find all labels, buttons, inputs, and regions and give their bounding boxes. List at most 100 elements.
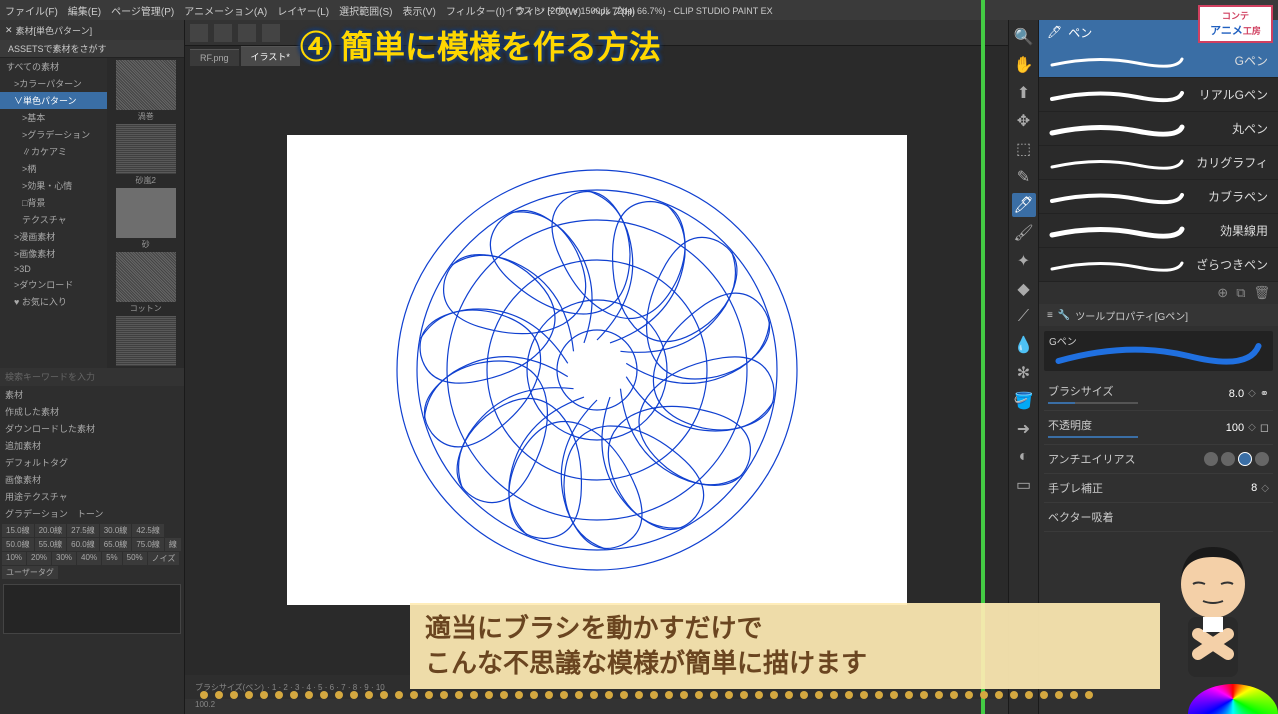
tag-category[interactable]: 素材	[0, 386, 184, 403]
menu-view[interactable]: 表示(V)	[402, 3, 435, 18]
tag-category[interactable]: ダウンロードした素材	[0, 420, 184, 437]
tree-item[interactable]: すべての素材	[0, 58, 107, 75]
tag-chip[interactable]: 線	[165, 538, 181, 551]
material-thumb[interactable]: コットン	[107, 252, 184, 314]
doc-tab-1[interactable]: RF.png	[190, 49, 239, 66]
move-cursor-tool[interactable]: ⬆	[1012, 81, 1036, 105]
menu-filter[interactable]: フィルター(I)	[446, 3, 505, 18]
subtool-item[interactable]: Gペン	[1039, 44, 1278, 78]
toolbar-btn[interactable]	[262, 24, 280, 42]
canvas-viewport[interactable]	[185, 66, 1008, 674]
frame-tool[interactable]: ▭	[1012, 473, 1036, 497]
tag-chip[interactable]: 55.0線	[35, 538, 67, 551]
tag-category[interactable]: 作成した素材	[0, 403, 184, 420]
tag-chip[interactable]: 60.0線	[67, 538, 99, 551]
prop-brush-size[interactable]: ブラシサイズ 8.0◇⚭	[1044, 377, 1273, 411]
user-tag-area[interactable]	[3, 584, 181, 634]
gradient-tool[interactable]: ➜	[1012, 417, 1036, 441]
prop-stabilize[interactable]: 手ブレ補正 8◇	[1044, 474, 1273, 503]
stepper-icon[interactable]: ◇	[1261, 483, 1269, 494]
magnifier-tool[interactable]: 🔍	[1012, 25, 1036, 49]
stepper-icon[interactable]: ◇	[1248, 388, 1256, 399]
menu-select[interactable]: 選択範囲(S)	[339, 3, 392, 18]
aa-none[interactable]	[1204, 452, 1218, 466]
doc-tab-2[interactable]: イラスト*	[241, 46, 300, 66]
tree-item[interactable]: >カラーパターン	[0, 75, 107, 92]
tag-chip[interactable]: 20.0線	[35, 524, 67, 537]
airbrush-tool[interactable]: ✦	[1012, 249, 1036, 273]
prop-antialias[interactable]: アンチエイリアス	[1044, 445, 1273, 474]
menu-icon[interactable]: ≡	[1047, 310, 1053, 321]
hand-tool[interactable]: ✋	[1012, 53, 1036, 77]
tag-category[interactable]: 用途テクスチャ	[0, 488, 184, 505]
subtool-item[interactable]: カブラペン	[1039, 180, 1278, 214]
select-tool[interactable]: ⬚	[1012, 137, 1036, 161]
link-icon[interactable]: ⚭	[1260, 387, 1269, 400]
duplicate-icon[interactable]: ⧉	[1236, 285, 1245, 301]
tag-chip[interactable]: 10%	[2, 552, 26, 565]
tree-item[interactable]: テクスチャ	[0, 211, 107, 228]
add-subtool-icon[interactable]: ⊕	[1217, 285, 1228, 301]
tree-item[interactable]: >ダウンロード	[0, 276, 107, 293]
tag-chip[interactable]: 50.0線	[2, 538, 34, 551]
tree-item[interactable]: >画像素材	[0, 245, 107, 262]
pencil-tool[interactable]: ✎	[1012, 165, 1036, 189]
tag-chip[interactable]: 50%	[123, 552, 147, 565]
close-icon[interactable]: ✕	[5, 25, 13, 36]
tag-chip[interactable]: ノイズ	[148, 552, 180, 565]
tag-chip[interactable]: 15.0線	[2, 524, 34, 537]
canvas[interactable]	[287, 135, 907, 605]
tag-category[interactable]: 画像素材	[0, 471, 184, 488]
subtool-item[interactable]: ざらつきペン	[1039, 248, 1278, 282]
material-thumb[interactable]: 渦巻	[107, 60, 184, 122]
prop-opacity[interactable]: 不透明度 100◇◻	[1044, 411, 1273, 445]
tree-item[interactable]: >基本	[0, 109, 107, 126]
tag-chip[interactable]: 42.5線	[132, 524, 164, 537]
stepper-icon[interactable]: ◇	[1248, 422, 1256, 433]
toolbar-btn[interactable]	[238, 24, 256, 42]
tree-item[interactable]: ∨単色パターン	[0, 92, 107, 109]
toolbar-btn[interactable]	[190, 24, 208, 42]
menu-layer[interactable]: レイヤー(L)	[277, 3, 329, 18]
bucket-tool[interactable]: 🪣	[1012, 389, 1036, 413]
tree-item[interactable]: >効果・心情	[0, 177, 107, 194]
material-thumb[interactable]: 砂嵐2	[107, 124, 184, 186]
menu-page[interactable]: ページ管理(P)	[111, 3, 174, 18]
tag-chip[interactable]: 5%	[102, 552, 122, 565]
deco-tool[interactable]: ✻	[1012, 361, 1036, 385]
subtool-item[interactable]: カリグラフィ	[1039, 146, 1278, 180]
tag-chip[interactable]: 20%	[27, 552, 51, 565]
tree-item[interactable]: ∥カケアミ	[0, 143, 107, 160]
subtool-item[interactable]: 丸ペン	[1039, 112, 1278, 146]
tag-chip[interactable]: ユーザータグ	[2, 566, 58, 579]
menu-anim[interactable]: アニメーション(A)	[184, 3, 267, 18]
tree-item[interactable]: >漫画素材	[0, 228, 107, 245]
tree-item[interactable]: >3D	[0, 262, 107, 276]
tag-chip[interactable]: 75.0線	[132, 538, 164, 551]
fill-drop-tool[interactable]: 💧	[1012, 333, 1036, 357]
tree-item[interactable]: >柄	[0, 160, 107, 177]
subtool-item[interactable]: リアルGペン	[1039, 78, 1278, 112]
aa-strong[interactable]	[1255, 452, 1269, 466]
link-icon[interactable]: ◻	[1260, 421, 1269, 434]
delete-icon[interactable]: 🗑	[1253, 285, 1270, 301]
assets-search-bar[interactable]: ASSETSで素材をさがす	[0, 40, 184, 58]
tag-category[interactable]: デフォルトタグ	[0, 454, 184, 471]
brush-tool[interactable]: 🖌	[1012, 221, 1036, 245]
aa-options[interactable]	[1204, 452, 1269, 466]
tree-item[interactable]: >グラデーション	[0, 126, 107, 143]
figure-tool[interactable]: ◐	[1012, 445, 1036, 469]
subtool-item[interactable]: 効果線用	[1039, 214, 1278, 248]
material-thumb[interactable]: 岩肌	[107, 316, 184, 368]
eraser-tool[interactable]: ◆	[1012, 277, 1036, 301]
menu-edit[interactable]: 編集(E)	[68, 3, 101, 18]
material-thumbs[interactable]: 渦巻砂嵐2砂コットン岩肌木材大理石中目細目	[107, 58, 184, 368]
prop-vector-snap[interactable]: ベクター吸着	[1044, 503, 1273, 532]
tag-chip[interactable]: 40%	[77, 552, 101, 565]
tag-category[interactable]: 追加素材	[0, 437, 184, 454]
tree-item[interactable]: ♥ お気に入り	[0, 293, 107, 310]
tag-chip[interactable]: 65.0線	[100, 538, 132, 551]
menu-file[interactable]: ファイル(F)	[5, 3, 58, 18]
tag-chip[interactable]: 30%	[52, 552, 76, 565]
tag-category[interactable]: グラデーション トーン	[0, 505, 184, 522]
